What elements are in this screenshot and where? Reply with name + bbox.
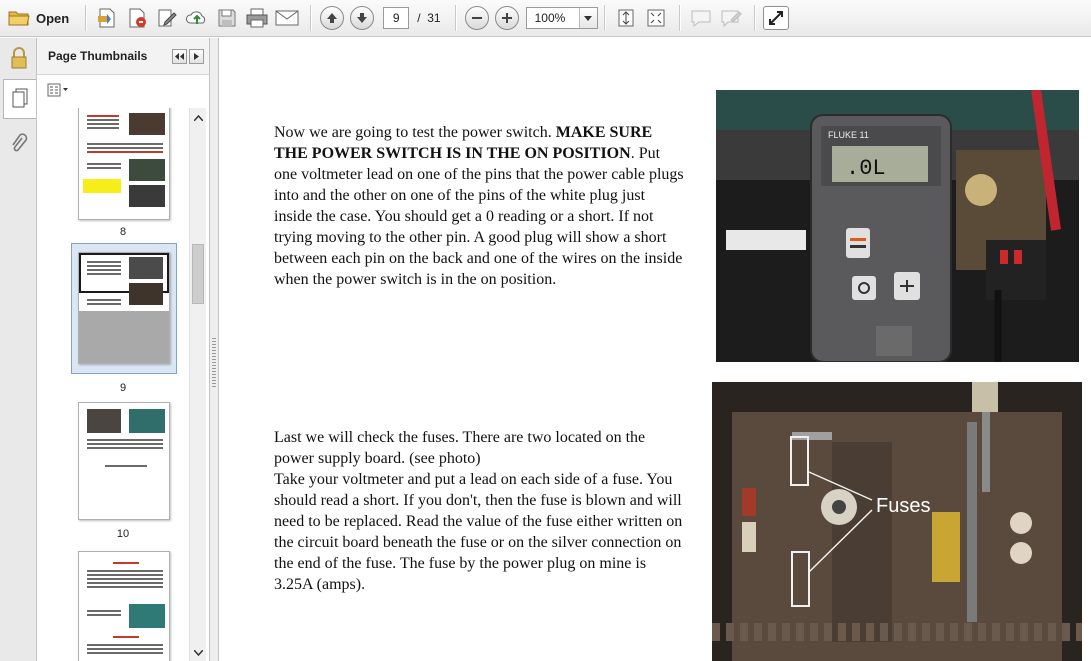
separator (678, 5, 680, 31)
zoom-in-button[interactable] (494, 5, 520, 31)
upload-icon (185, 7, 209, 29)
save-button[interactable] (214, 5, 240, 31)
zoom-out-icon (464, 6, 489, 30)
splitter-grip[interactable] (212, 338, 216, 388)
lock-icon (10, 46, 28, 72)
email-icon (275, 9, 299, 27)
zoom-select[interactable]: 100% (525, 7, 598, 29)
scroll-down-icon[interactable] (193, 647, 204, 658)
expand-panel-button[interactable] (189, 48, 204, 64)
expand-icon (768, 10, 784, 26)
double-chevron-left-icon (175, 49, 184, 63)
attachment-icon (10, 132, 28, 158)
thumbnails-panel: Page Thumbnails 8 9 10 (37, 38, 210, 661)
zoom-out-button[interactable] (464, 5, 490, 31)
open-folder-icon (8, 9, 30, 27)
comment-button[interactable] (688, 5, 714, 31)
thumbnail-label: 10 (116, 528, 130, 540)
highlight-button[interactable] (718, 5, 744, 31)
para1-body: . Put one voltmeter lead on one of the p… (274, 145, 684, 288)
circuit-board-photo: Fuses (712, 382, 1082, 661)
fuses-paragraph: Last we will check the fuses. There are … (274, 429, 683, 593)
separator (753, 5, 755, 31)
page-number-input[interactable]: 9 (383, 7, 410, 29)
options-menu-icon (47, 83, 69, 100)
meter-brand: FLUKE 11 (828, 130, 869, 140)
previous-page-icon (320, 6, 345, 30)
page-thumbnails-tab[interactable] (3, 79, 36, 119)
next-page-icon (350, 6, 375, 30)
thumbnail-label: 9 (119, 382, 127, 394)
comment-icon (690, 8, 712, 28)
export-pdf-icon (126, 7, 148, 29)
collapse-panel-button[interactable] (172, 48, 187, 64)
chevron-right-icon (194, 49, 199, 63)
separator (310, 5, 312, 31)
email-button[interactable] (274, 5, 300, 31)
separator (454, 5, 456, 31)
fit-width-button[interactable] (643, 5, 669, 31)
page-total: / 31 (417, 11, 440, 25)
page-thumbnails-icon (11, 87, 29, 112)
next-page-button[interactable] (349, 5, 375, 31)
power-switch-paragraph: Now we are going to test the power switc… (274, 122, 684, 290)
panel-header: Page Thumbnails (37, 38, 209, 75)
edit-icon (156, 7, 178, 29)
highlight-icon (720, 8, 742, 28)
separator (85, 5, 87, 31)
fuses-caption: Fuses (876, 495, 930, 517)
main-toolbar: Open 9 / 31 100% (0, 0, 1091, 37)
fit-width-icon (645, 7, 667, 29)
document-page: Now we are going to test the power switc… (220, 38, 1091, 661)
print-button[interactable] (244, 5, 270, 31)
multimeter-photo: FLUKE 11 .0L (716, 90, 1079, 362)
create-pdf-icon (96, 7, 118, 29)
thumbnail-label: 8 (119, 226, 127, 238)
security-button[interactable] (6, 46, 32, 72)
full-screen-button[interactable] (762, 6, 789, 30)
attachments-button[interactable] (6, 132, 32, 158)
chevron-down-icon[interactable] (578, 8, 597, 28)
thumbnail-list: 8 9 10 (37, 108, 189, 661)
panel-title: Page Thumbnails (48, 49, 148, 63)
meter-reading: .0L (846, 156, 886, 181)
previous-page-button[interactable] (319, 5, 345, 31)
fit-page-icon (616, 7, 636, 29)
zoom-in-icon (494, 6, 519, 30)
edit-button[interactable] (154, 5, 180, 31)
export-pdf-button[interactable] (124, 5, 150, 31)
open-label: Open (36, 10, 70, 26)
print-icon (245, 7, 269, 29)
panel-splitter[interactable] (210, 38, 219, 661)
fit-page-button[interactable] (613, 5, 639, 31)
scroll-up-icon[interactable] (193, 112, 204, 123)
page-separator: / (417, 11, 421, 25)
page-count: 31 (427, 11, 441, 25)
save-icon (217, 8, 237, 28)
separator (603, 5, 605, 31)
para1-intro: Now we are going to test the power switc… (274, 124, 556, 141)
upload-button[interactable] (184, 5, 210, 31)
create-pdf-button[interactable] (94, 5, 120, 31)
thumbnail-options-button[interactable] (37, 75, 209, 107)
scrollbar-thumb[interactable] (192, 244, 204, 304)
open-button[interactable]: Open (6, 5, 75, 31)
thumbnail-scrollbar[interactable] (189, 108, 206, 661)
navigation-strip (0, 38, 37, 661)
zoom-value: 100% (534, 11, 566, 25)
